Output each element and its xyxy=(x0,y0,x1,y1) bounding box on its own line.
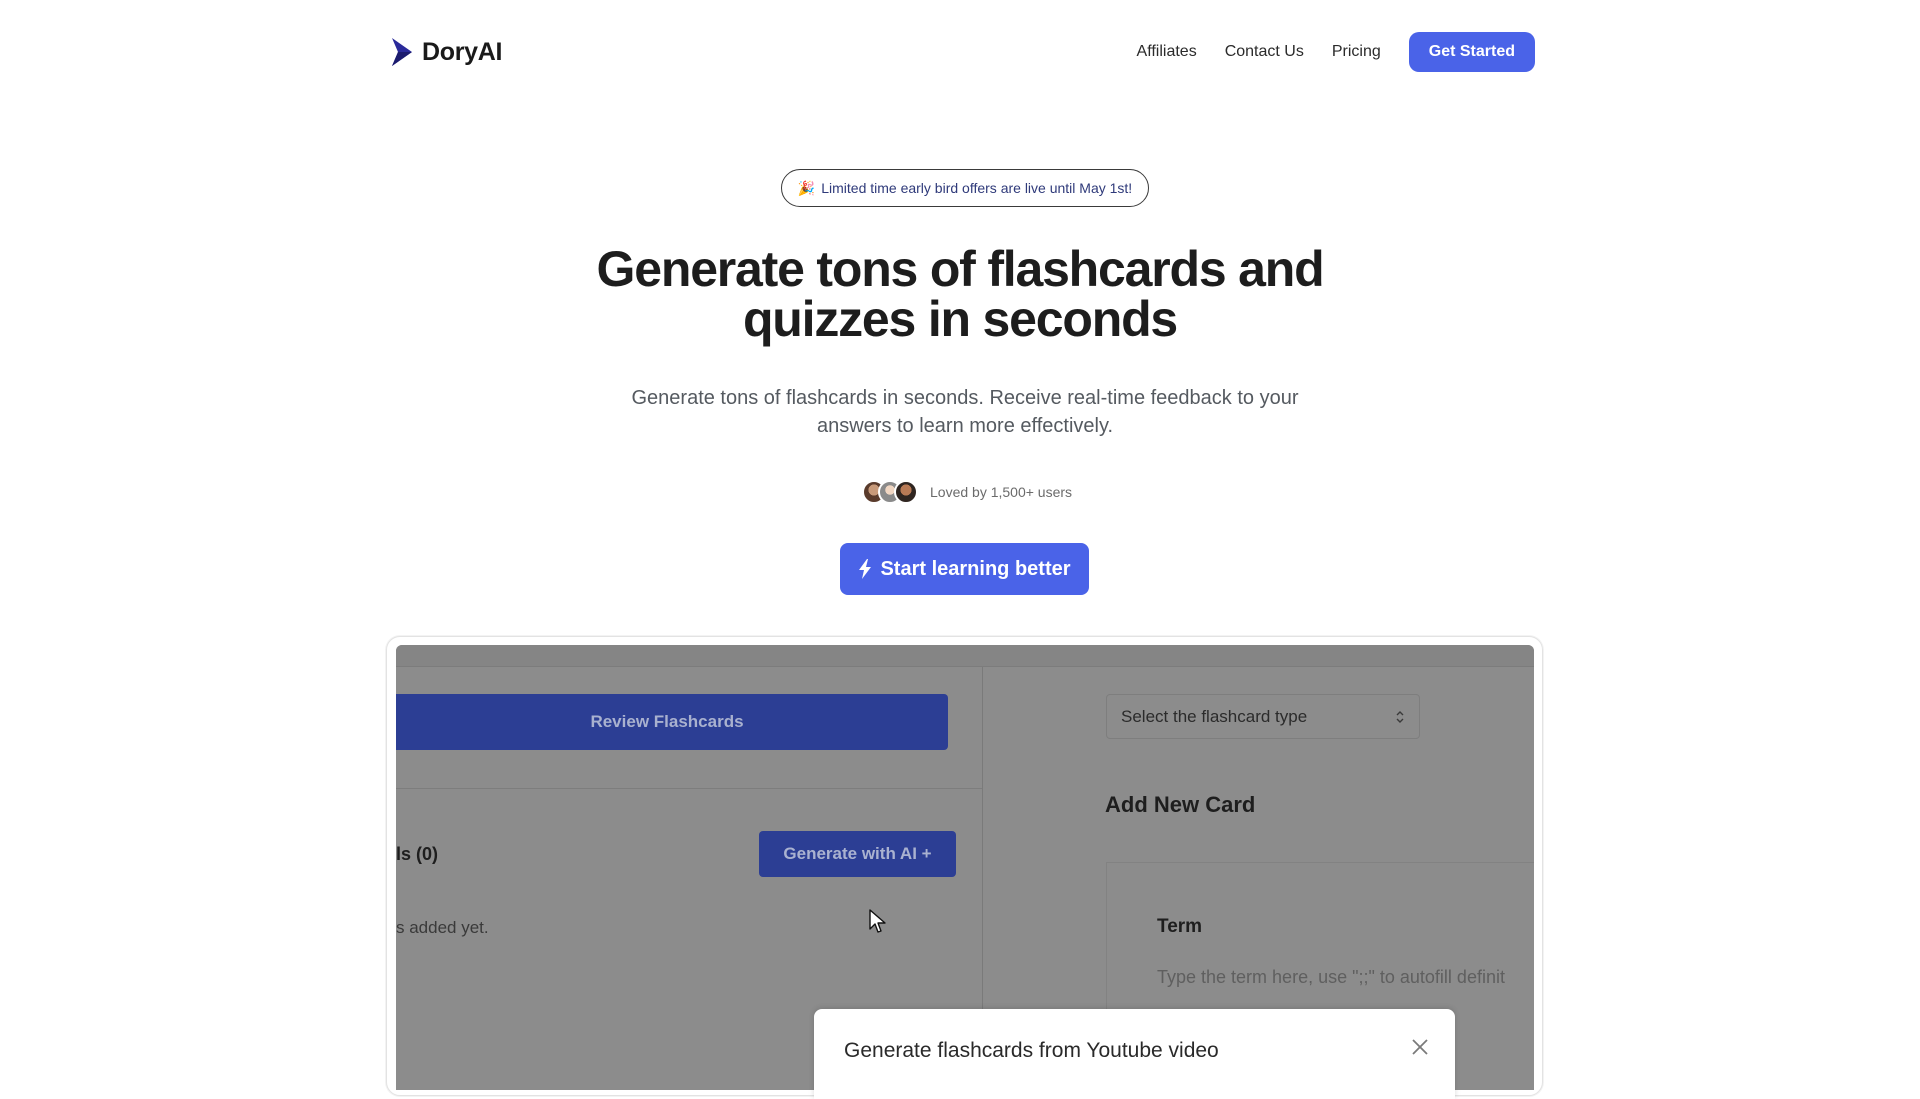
modal-title: Generate flashcards from Youtube video xyxy=(844,1039,1219,1062)
mouse-pointer-icon xyxy=(869,909,886,933)
generate-with-ai-button[interactable]: Generate with AI + xyxy=(759,831,956,877)
preview-section-divider xyxy=(396,788,982,789)
flashcard-type-select[interactable]: Select the flashcard type xyxy=(1106,694,1420,739)
hero-title-line-2: quizzes in seconds xyxy=(742,291,1178,347)
nav-affiliates-link[interactable]: Affiliates xyxy=(1137,43,1197,61)
hero-title-line-1: Generate tons of flashcards and xyxy=(596,241,1325,297)
empty-cards-text: s added yet. xyxy=(396,918,489,937)
start-learning-label: Start learning better xyxy=(880,557,1071,580)
hero-subtitle-line-1: Generate tons of flashcards in seconds. … xyxy=(631,387,1299,409)
term-input[interactable] xyxy=(1157,962,1534,992)
brand-logo-link[interactable]: DoryAI xyxy=(390,36,502,68)
nav-contact-link[interactable]: Contact Us xyxy=(1225,43,1304,61)
term-label: Term xyxy=(1157,916,1203,937)
promo-banner[interactable]: 🎉 Limited time early bird offers are liv… xyxy=(781,169,1149,207)
youtube-flashcards-modal: Generate flashcards from Youtube video xyxy=(814,1009,1455,1099)
social-proof: Loved by 1,500+ users xyxy=(862,479,1072,505)
site-header: DoryAI Affiliates Contact Us Pricing Get… xyxy=(0,0,1920,104)
hero-subtitle: Generate tons of flashcards in seconds. … xyxy=(620,384,1310,440)
user-avatars xyxy=(862,480,918,504)
hero-title: Generate tons of flashcards and quizzes … xyxy=(560,244,1360,344)
main-nav: Affiliates Contact Us Pricing Get Starte… xyxy=(1137,32,1535,72)
brand-name: DoryAI xyxy=(422,37,503,66)
party-popper-icon: 🎉 xyxy=(797,179,816,196)
social-proof-text: Loved by 1,500+ users xyxy=(930,484,1073,500)
hero-subtitle-line-2: answers to learn more effectively. xyxy=(816,415,1114,437)
doryai-logo-icon xyxy=(392,38,412,66)
modal-close-button[interactable] xyxy=(1408,1035,1432,1059)
get-started-button[interactable]: Get Started xyxy=(1408,32,1535,72)
nav-pricing-link[interactable]: Pricing xyxy=(1332,43,1381,61)
cards-count-label: ls (0) xyxy=(396,844,439,864)
preview-top-bar xyxy=(396,645,1534,667)
start-learning-button[interactable]: Start learning better xyxy=(840,543,1089,595)
add-new-card-title: Add New Card xyxy=(1105,792,1256,817)
promo-text: Limited time early bird offers are live … xyxy=(821,180,1133,196)
chevron-up-down-icon xyxy=(1396,710,1404,723)
close-icon xyxy=(1412,1039,1428,1055)
flashcard-type-select-value: Select the flashcard type xyxy=(1121,706,1308,726)
review-flashcards-button[interactable]: Review Flashcards xyxy=(396,694,948,750)
avatar xyxy=(894,480,918,504)
lightning-bolt-icon xyxy=(859,559,872,579)
